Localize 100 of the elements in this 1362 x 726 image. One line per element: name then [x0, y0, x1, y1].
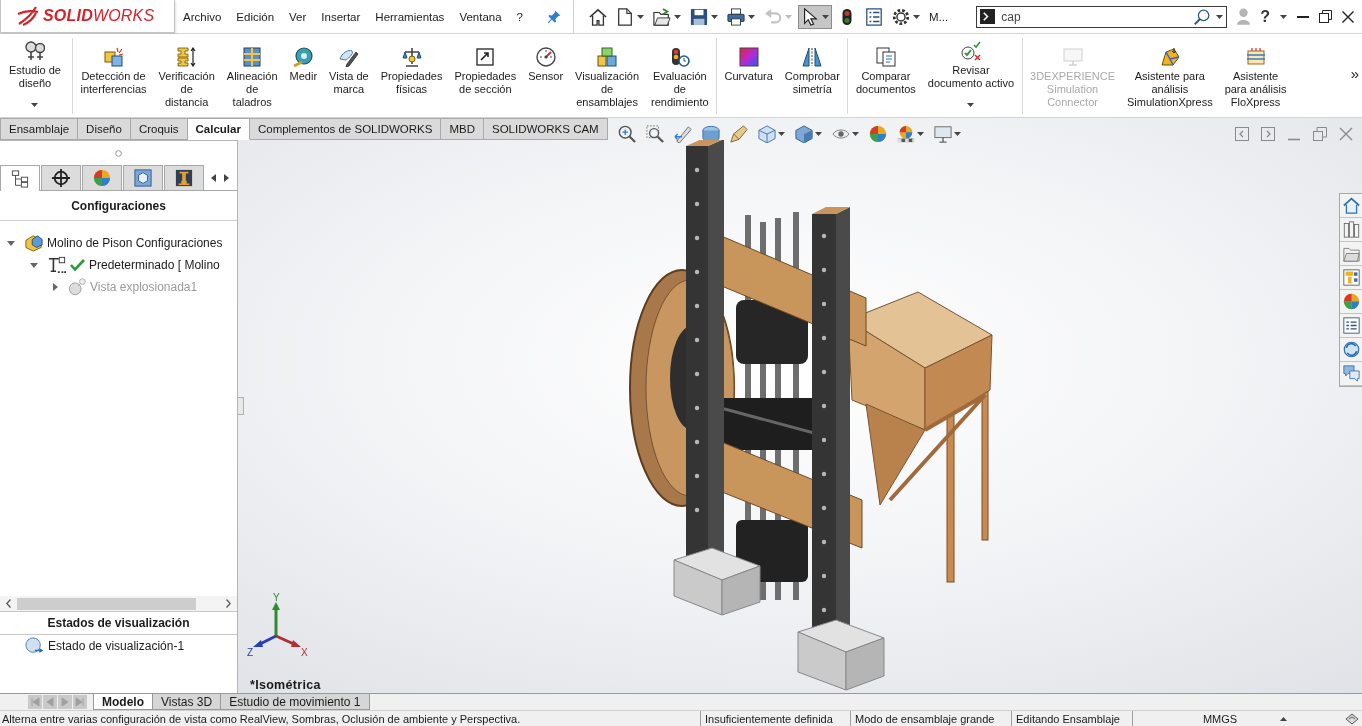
command-tab[interactable]: Calcular	[187, 118, 250, 140]
toolbar-button[interactable]	[617, 125, 636, 143]
wire-cube-icon	[757, 125, 776, 143]
command-button[interactable]: Sensor	[522, 38, 570, 114]
list-icon	[865, 7, 883, 26]
two-circles-icon	[68, 278, 86, 296]
status-field: Modo de ensamblaje grande	[850, 711, 1011, 726]
close-icon[interactable]	[1342, 10, 1354, 23]
arrow-ruler-icon	[673, 125, 692, 143]
tree-toggle-icon[interactable]	[30, 262, 38, 268]
command-button[interactable]: Asistente para análisis SimulationXpress	[1121, 38, 1219, 114]
command-tab[interactable]: Ensamblaje	[0, 118, 79, 140]
command-tab[interactable]: Complementos de SOLIDWORKS	[249, 118, 442, 140]
check-cross-icon	[960, 41, 981, 61]
command-button[interactable]: Comparar documentos	[849, 38, 922, 114]
caret-up-icon[interactable]	[1280, 716, 1287, 721]
ball-on-checker-icon	[896, 125, 915, 143]
command-button[interactable]: Revisar documento activo	[921, 38, 1021, 114]
bottom-tab[interactable]: Vistas 3D	[153, 694, 222, 710]
tile-left-icon[interactable]	[1235, 127, 1249, 141]
tile-right-icon[interactable]	[1261, 127, 1275, 141]
refresh-icon	[1342, 341, 1360, 358]
command-button[interactable]: Propiedades físicas	[374, 38, 449, 114]
display-state-item[interactable]: Estado de visualización-1	[48, 639, 185, 653]
command-tab[interactable]: MBD	[441, 118, 484, 140]
command-tab[interactable]: Diseño	[78, 118, 131, 140]
status-field: Editando Ensamblaje	[1011, 711, 1133, 726]
task-pane-tab[interactable]	[1340, 314, 1362, 338]
command-button[interactable]: Vista de marca	[323, 38, 375, 114]
panel-tab[interactable]	[0, 165, 40, 191]
caret-down-icon	[785, 14, 792, 19]
chevron-right-icon[interactable]	[226, 599, 231, 608]
arrow-left-icon[interactable]	[211, 173, 216, 182]
horizontal-scrollbar[interactable]	[0, 596, 237, 611]
search-box[interactable]: cap	[976, 5, 1228, 28]
home-icon	[589, 7, 607, 26]
restore-icon[interactable]	[1319, 10, 1332, 23]
chevron-left-icon[interactable]	[6, 599, 11, 608]
new-document-icon	[616, 7, 634, 26]
segmented-ball-icon	[1342, 293, 1360, 310]
command-button[interactable]: Propiedades de sección	[448, 38, 523, 114]
bottom-tab[interactable]: Modelo	[93, 694, 153, 710]
units-button[interactable]: MMGS	[1160, 712, 1280, 725]
task-pane-tab[interactable]	[1340, 362, 1362, 386]
tree-item[interactable]: Predeterminado [ Molino	[89, 258, 220, 272]
search-icon[interactable]	[1194, 8, 1211, 25]
command-button[interactable]: Evaluación de rendimiento	[645, 38, 715, 114]
help-button[interactable]: ?	[1260, 7, 1270, 26]
search-field[interactable]: cap	[1001, 9, 1189, 24]
arrow-square-icon	[475, 47, 496, 67]
brand-mark-icon	[17, 6, 39, 26]
command-button[interactable]: Estudio de diseño	[3, 38, 67, 114]
grip-ring-icon[interactable]	[115, 149, 122, 157]
tree-item[interactable]: Molino de Pison Configuraciones	[47, 236, 223, 250]
measuring-tape-icon	[293, 47, 314, 67]
command-button[interactable]: Visualización de ensamblajes	[569, 38, 646, 114]
splitter-handle[interactable]	[238, 397, 244, 415]
striped-box-icon	[1245, 47, 1266, 67]
menu-item[interactable]: Ventana	[459, 10, 502, 23]
toolbar-button[interactable]	[896, 125, 924, 143]
diamond-icon[interactable]	[1345, 712, 1359, 725]
command-button[interactable]: Curvatura	[718, 38, 779, 114]
gear-icon	[892, 7, 910, 26]
task-pane-tab[interactable]	[1340, 266, 1362, 290]
twin-pins-icon	[25, 41, 45, 61]
command-button[interactable]: Verificación de distancia	[152, 38, 221, 114]
command-button[interactable]: Detección de interferencias	[74, 38, 153, 114]
panel-tab[interactable]	[164, 165, 204, 190]
arrow-right-icon[interactable]	[224, 173, 229, 182]
menu-item[interactable]: Archivo	[183, 10, 222, 23]
more-commands-button[interactable]: »	[1350, 38, 1362, 82]
command-button[interactable]: Comprobar simetría	[778, 38, 846, 114]
command-button[interactable]: Medir	[283, 38, 324, 114]
caret-down-icon	[1280, 14, 1287, 19]
menu-item[interactable]: ?	[516, 10, 523, 23]
pushpin-icon[interactable]	[547, 9, 561, 24]
tree-toggle-icon[interactable]	[53, 283, 58, 291]
menu-item[interactable]: Insertar	[321, 10, 361, 23]
menu-item[interactable]: Herramientas	[375, 10, 445, 23]
task-pane-tab[interactable]	[1340, 218, 1362, 242]
tagged-shape-icon	[1159, 47, 1180, 67]
toolbar-button[interactable]	[798, 4, 832, 29]
menu-item[interactable]: Ver	[289, 10, 307, 23]
command-button[interactable]: Asistente para análisis FloXpress	[1218, 38, 1293, 114]
minimize-icon[interactable]	[1297, 15, 1309, 18]
bottom-tab[interactable]: Estudio de movimiento 1	[221, 694, 370, 710]
menu-item[interactable]: Edición	[236, 10, 275, 23]
caret-down-icon	[777, 132, 785, 136]
command-button[interactable]: Alineación de taladros	[220, 38, 284, 114]
toolbar-button[interactable]	[645, 125, 664, 143]
tree-toggle-icon[interactable]	[7, 240, 15, 246]
documents-icon	[875, 47, 896, 67]
command-tab[interactable]: Croquis	[130, 118, 188, 140]
panel-tab[interactable]	[41, 165, 81, 190]
command-tab[interactable]: SOLIDWORKS CAM	[484, 118, 608, 140]
axis-label: Y	[273, 592, 280, 603]
axis-label: X	[301, 647, 308, 658]
hexagon-tile-icon	[134, 169, 152, 187]
overflow-button[interactable]: M...	[929, 10, 949, 23]
caret-down-icon	[916, 132, 924, 136]
